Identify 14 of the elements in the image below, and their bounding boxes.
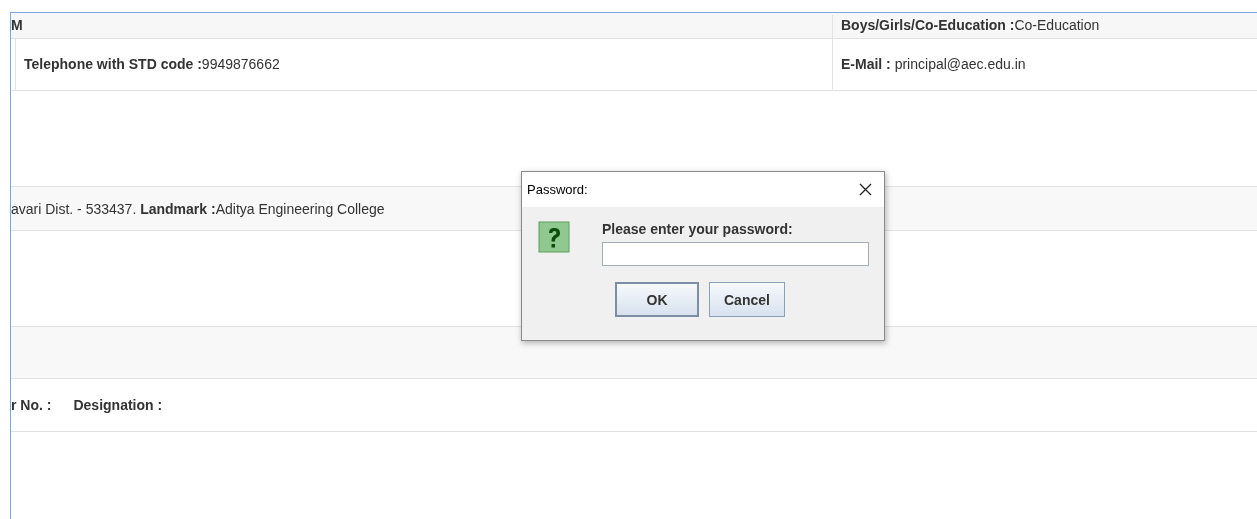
dialog-title: Password: [527, 182, 588, 197]
question-icon [538, 221, 572, 255]
table-cell: Boys/Girls/Co-Education :Co-Education [832, 15, 1257, 38]
table-cell: Telephone with STD code :9949876662 [15, 39, 832, 90]
field-label: r No. : [11, 396, 52, 415]
address-text: avari Dist. - 533437. Landmark :Aditya Engineering College [11, 199, 385, 219]
dialog-button[interactable]: OK [615, 282, 699, 317]
table-cell: E-Mail : principal@aec.edu.in [832, 39, 1257, 90]
prompt-text: Please enter your password: [602, 221, 794, 237]
table-cell-text: M [11, 16, 24, 35]
field-label: Designation : [73, 396, 163, 415]
password-field[interactable] [602, 242, 869, 266]
dialog-button[interactable]: Cancel [709, 282, 785, 317]
close-icon[interactable] [859, 183, 872, 196]
